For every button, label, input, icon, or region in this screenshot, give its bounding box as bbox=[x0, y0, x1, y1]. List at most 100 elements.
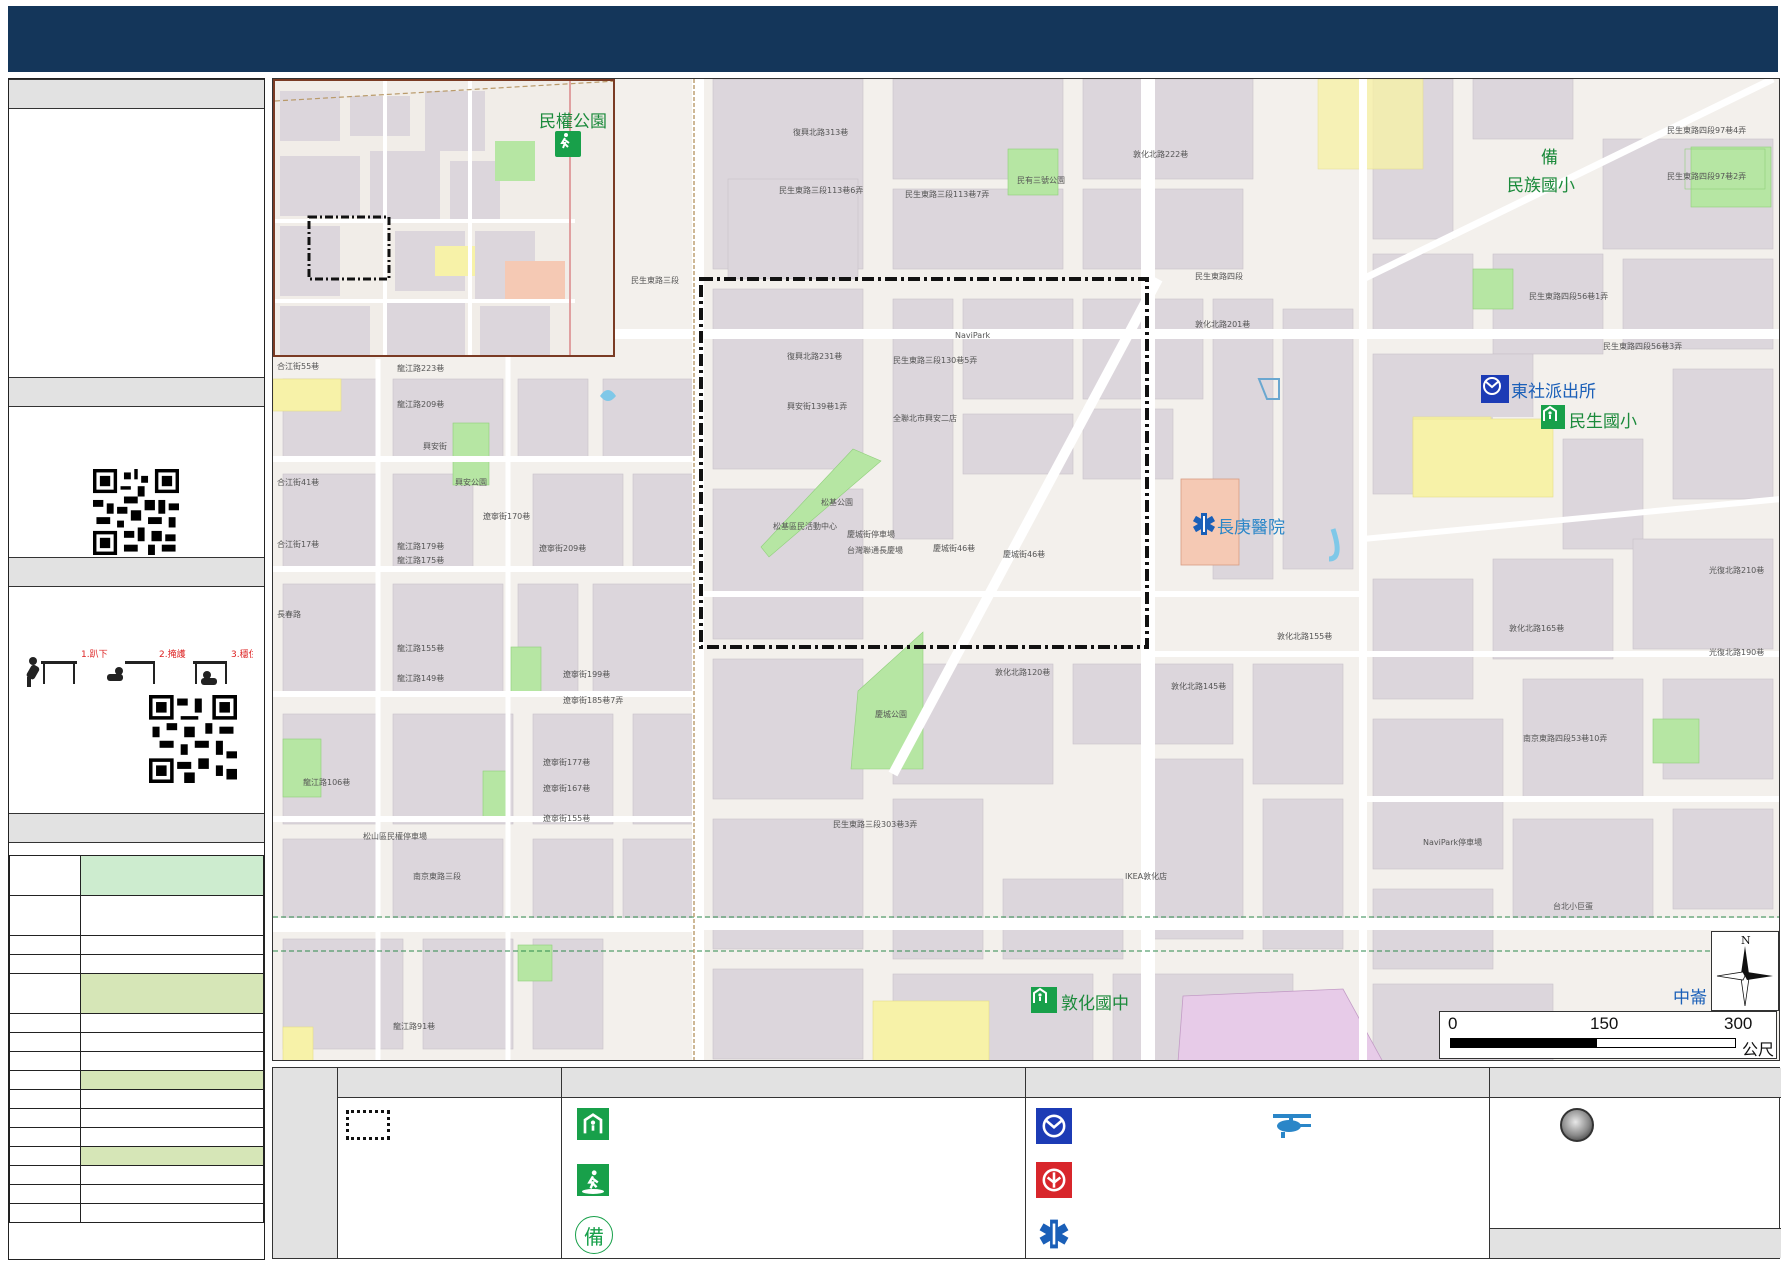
info-panel: 1.趴下 2.掩護 3.穩住 bbox=[8, 78, 265, 1260]
street-label: 民生東路三段130巷5弄 bbox=[893, 356, 978, 365]
street-label: 龍江路91巷 bbox=[393, 1022, 436, 1031]
qr-code[interactable] bbox=[149, 695, 237, 783]
street-label: 敦化北路201巷 bbox=[1195, 320, 1251, 329]
street-label: 龍江路106巷 bbox=[303, 778, 351, 787]
street-label: 民生東路三段113巷7弄 bbox=[905, 190, 990, 199]
panel-section-header bbox=[9, 377, 264, 407]
legend-shelter-column: 備 bbox=[561, 1068, 1025, 1258]
street-label: NaviPark停車場 bbox=[1423, 838, 1483, 847]
scale-label-300: 300 bbox=[1724, 1014, 1753, 1033]
street-label: 復興北路313巷 bbox=[793, 128, 849, 137]
street-label: 龍江路179巷 bbox=[397, 542, 445, 551]
street-label: 遼寧街170巷 bbox=[483, 512, 531, 521]
street-label: 台灣聯通長慶場 bbox=[847, 546, 903, 555]
evacuation-park-icon[interactable] bbox=[555, 131, 581, 157]
boundary-symbol bbox=[346, 1110, 390, 1140]
map-label-school4: 中崙 bbox=[1673, 988, 1707, 1008]
street-label: 龍江路209巷 bbox=[397, 400, 445, 409]
street-label: 民生東路三段113巷6弄 bbox=[779, 186, 864, 195]
police-icon[interactable] bbox=[1481, 375, 1509, 403]
map-label-school2: 民生國小 bbox=[1569, 412, 1637, 432]
street-label: 龍江路149巷 bbox=[397, 674, 445, 683]
street-label: 松基公園 bbox=[821, 498, 853, 507]
street-label: 合江街17巷 bbox=[277, 540, 320, 549]
street-label: 台北小巨蛋 bbox=[1553, 902, 1593, 911]
street-label: IKEA敦化店 bbox=[1125, 872, 1168, 881]
map-label-police: 東社派出所 bbox=[1511, 382, 1596, 402]
street-label: 龍江路223巷 bbox=[397, 364, 445, 373]
street-label: 光復北路210巷 bbox=[1709, 566, 1765, 575]
street-label: 民生東路四段56巷3弄 bbox=[1603, 342, 1683, 351]
street-label: 南京東路三段 bbox=[413, 872, 461, 881]
quake-step-1: 1.趴下 bbox=[81, 649, 108, 660]
evacuation-shelter-icon[interactable] bbox=[1541, 405, 1565, 429]
street-label: 遼寧街199巷 bbox=[563, 670, 611, 679]
street-label: 遼寧街167巷 bbox=[543, 784, 591, 793]
panel-section-header bbox=[9, 79, 264, 109]
street-label: 敦化北路222巷 bbox=[1133, 150, 1189, 159]
legend-agency-column bbox=[1025, 1068, 1489, 1258]
map-label-school3: 敦化國中 bbox=[1061, 994, 1129, 1014]
street-label: 民生東路四段97巷4弄 bbox=[1667, 126, 1747, 135]
street-label: 慶城街46巷 bbox=[933, 544, 976, 553]
legend-other-column bbox=[1489, 1068, 1781, 1258]
map-legend: 備 bbox=[272, 1067, 1781, 1259]
earthquake-steps-illustration: 1.趴下 2.掩護 3.穩住 bbox=[23, 647, 258, 697]
street-label: 興安公園 bbox=[455, 478, 487, 487]
fire-station-icon bbox=[1036, 1162, 1072, 1198]
north-label: N bbox=[1741, 934, 1751, 947]
street-label: 民生東路三段303巷3弄 bbox=[833, 820, 918, 829]
street-label: 民生東路四段 bbox=[1195, 272, 1243, 281]
map-label-school1: 民族國小 bbox=[1507, 176, 1575, 196]
street-label: 合江街55巷 bbox=[277, 362, 320, 371]
street-label: 龍江路175巷 bbox=[397, 556, 445, 565]
street-label: 敦化北路120巷 bbox=[995, 668, 1051, 677]
street-label: 全聯北市興安二店 bbox=[893, 414, 957, 423]
qr-code[interactable] bbox=[93, 469, 179, 555]
evacuation-shelter-icon[interactable] bbox=[1031, 987, 1057, 1013]
street-label: 龍江路155巷 bbox=[397, 644, 445, 653]
street-label: 松基區民活動中心 bbox=[773, 522, 837, 531]
street-label: 松山區民權停車場 bbox=[363, 832, 427, 841]
panel-section-header bbox=[9, 557, 264, 587]
street-label: 興安街 bbox=[423, 442, 447, 451]
street-label: NaviPark bbox=[955, 331, 991, 340]
street-label: 慶城公園 bbox=[875, 710, 907, 719]
street-label: 長春路 bbox=[277, 610, 301, 619]
legend-title-column bbox=[273, 1068, 337, 1258]
street-label: 敦化北路155巷 bbox=[1277, 632, 1333, 641]
scale-label-0: 0 bbox=[1448, 1014, 1458, 1033]
street-label: 慶城街46巷 bbox=[1003, 550, 1046, 559]
street-label: 民生東路四段97巷2弄 bbox=[1667, 172, 1747, 181]
map-label-hospital: 長庚醫院 bbox=[1217, 518, 1285, 538]
street-label: 慶城街停車場 bbox=[847, 530, 895, 539]
legend-footer bbox=[1490, 1228, 1781, 1258]
street-label: 遼寧街177巷 bbox=[543, 758, 591, 767]
police-icon bbox=[1036, 1108, 1072, 1144]
street-label: 敦化北路165巷 bbox=[1509, 624, 1565, 633]
marker-icon bbox=[1560, 1108, 1594, 1142]
evacuation-park-icon bbox=[577, 1164, 609, 1196]
street-label: 光復北路190巷 bbox=[1709, 648, 1765, 657]
street-label: 合江街41巷 bbox=[277, 478, 320, 487]
street-label: 民有三號公園 bbox=[1017, 176, 1065, 185]
hospital-icon bbox=[1036, 1216, 1072, 1252]
scale-label-150: 150 bbox=[1590, 1014, 1619, 1033]
street-label: 敦化北路145巷 bbox=[1171, 682, 1227, 691]
quake-step-2: 2.掩護 bbox=[159, 648, 186, 660]
street-label: 復興北路231巷 bbox=[787, 352, 843, 361]
legend-boundary-column bbox=[337, 1068, 561, 1258]
evacuation-shelter-icon bbox=[577, 1108, 609, 1140]
title-bar bbox=[8, 6, 1778, 72]
panel-section-header bbox=[9, 813, 264, 843]
helicopter-icon bbox=[1266, 1108, 1316, 1142]
scale-unit: 公尺 bbox=[1741, 1040, 1774, 1059]
street-label: 遼寧街155巷 bbox=[543, 814, 591, 823]
standby-shelter-marker[interactable]: 備 bbox=[1541, 143, 1558, 168]
hospital-icon[interactable] bbox=[1191, 511, 1217, 537]
street-label: 南京東路四段53巷10弄 bbox=[1523, 734, 1608, 743]
north-arrow: N bbox=[1711, 931, 1779, 1011]
map-view[interactable]: 民權公園 備 民族國小 東社派出所 民生國小 長庚醫院 敦化國中 中崙 民生東路… bbox=[272, 78, 1780, 1061]
street-label: 遼寧街185巷7弄 bbox=[563, 696, 624, 705]
street-label: 興安街139巷1弄 bbox=[787, 402, 848, 411]
